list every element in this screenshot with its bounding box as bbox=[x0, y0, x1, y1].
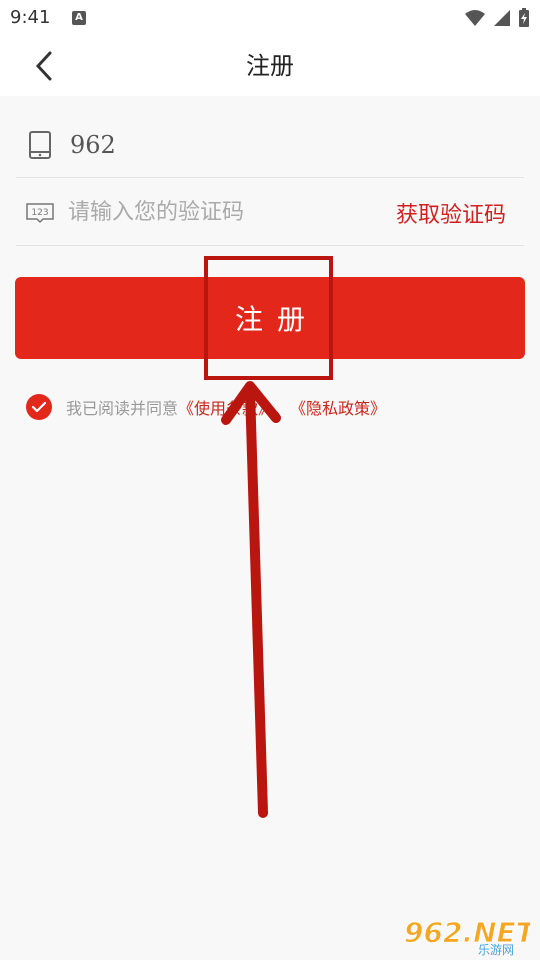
terms-link[interactable]: 《使用条款》 bbox=[178, 395, 274, 419]
watermark-logo: 962.NET 乐游网 bbox=[400, 912, 538, 958]
agreement-separator: 、 bbox=[274, 399, 291, 418]
register-button[interactable]: 注册 bbox=[15, 277, 525, 359]
status-time: 9:41 bbox=[10, 7, 51, 28]
code-row: 123 获取验证码 bbox=[16, 180, 524, 246]
svg-text:123: 123 bbox=[31, 208, 48, 218]
signal-icon bbox=[494, 10, 510, 26]
agreement-text: 我已阅读并同意 bbox=[66, 399, 179, 418]
get-code-button[interactable]: 获取验证码 bbox=[396, 197, 506, 229]
checkmark-icon bbox=[31, 401, 47, 413]
notification-a-icon: A bbox=[72, 11, 86, 25]
phone-icon bbox=[22, 130, 58, 160]
header-bar: 注册 bbox=[0, 36, 540, 96]
verification-code-input[interactable] bbox=[68, 200, 396, 225]
privacy-link[interactable]: 《隐私政策》 bbox=[290, 395, 386, 419]
verification-code-icon: 123 bbox=[22, 202, 58, 224]
wifi-icon bbox=[465, 10, 485, 26]
battery-icon bbox=[519, 8, 529, 27]
status-icons bbox=[464, 8, 530, 28]
back-button[interactable] bbox=[28, 50, 60, 82]
page-title: 注册 bbox=[246, 52, 294, 80]
phone-value[interactable]: 962 bbox=[70, 131, 116, 159]
phone-row[interactable]: 962 bbox=[16, 112, 524, 178]
agreement-row: 我已阅读并同意 《使用条款》 、 《隐私政策》 bbox=[26, 394, 386, 420]
status-bar: 9:41 A bbox=[0, 0, 540, 36]
agree-checkbox[interactable] bbox=[26, 394, 52, 420]
annotation-arrow-shaft bbox=[245, 385, 268, 818]
watermark-sub-text: 乐游网 bbox=[478, 943, 514, 956]
chevron-left-icon bbox=[35, 51, 52, 81]
